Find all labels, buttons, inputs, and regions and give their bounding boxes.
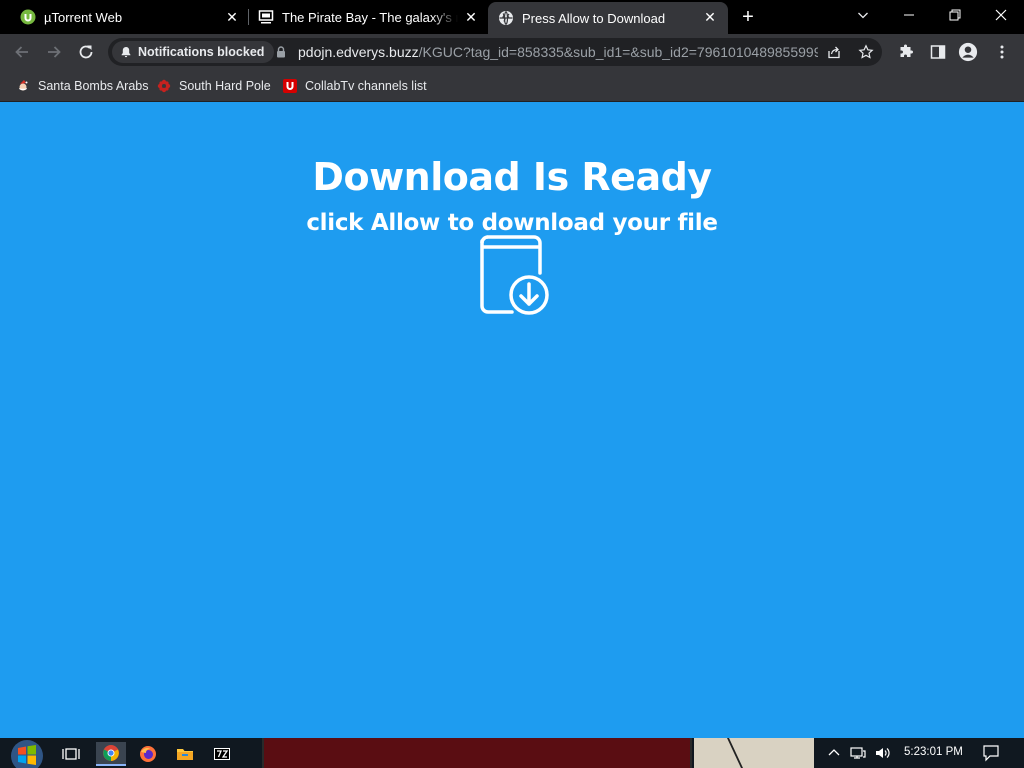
arrow-right-icon [48, 46, 61, 58]
bookmarks-bar: Santa Bombs Arabs South Hard Pole Collab… [0, 70, 1024, 102]
taskbar-clock[interactable]: 5:23:01 PM [904, 746, 963, 758]
task-view-button[interactable] [56, 742, 86, 766]
start-orb-icon[interactable] [8, 738, 46, 768]
close-tab-icon[interactable]: ✕ [702, 9, 718, 25]
tab-utorrent[interactable]: µTorrent Web ✕ [0, 0, 246, 34]
firefox-icon [140, 746, 156, 762]
utorrent-icon [20, 9, 36, 25]
page-content: Download Is Ready click Allow to downloa… [0, 103, 1024, 738]
santa-icon [19, 80, 28, 91]
new-tab-button[interactable]: + [738, 7, 758, 27]
taskbar-file-explorer[interactable] [170, 742, 200, 766]
profile-button[interactable] [958, 42, 978, 62]
tab-title: Press Allow to Download [522, 10, 666, 26]
chrome-icon [103, 745, 119, 761]
flower-icon [157, 79, 171, 93]
taskbar-wallpaper-strip [262, 738, 692, 768]
puzzle-icon [900, 44, 914, 57]
tab-pirate-bay[interactable]: The Pirate Bay - The galaxy's most resil… [250, 0, 488, 34]
close-window-button[interactable] [978, 0, 1024, 30]
share-icon[interactable] [826, 44, 842, 60]
browser-toolbar: Notifications blocked pdojn.edverys.buzz… [0, 34, 1024, 70]
taskbar-wallpaper-strip [694, 738, 814, 768]
file-download-icon [480, 235, 549, 315]
address-bar[interactable]: Notifications blocked pdojn.edverys.buzz… [108, 38, 882, 66]
bookmark-collabtv-channels-list[interactable]: CollabTv channels list [283, 76, 427, 96]
url-path: /KGUC?tag_id=858335&sub_id1=&sub_id2=796… [418, 44, 818, 60]
tab-title: µTorrent Web [44, 9, 123, 25]
tab-search-button[interactable] [840, 0, 886, 30]
tab-title: The Pirate Bay - The galaxy's most resil… [282, 9, 458, 25]
file-explorer-icon [177, 749, 193, 760]
windows-taskbar: 5:23:01 PM [0, 738, 1024, 768]
7zip-icon [214, 748, 230, 760]
kebab-menu-icon [1000, 45, 1004, 59]
side-panel-button[interactable] [928, 42, 948, 62]
notifications-blocked-chip[interactable]: Notifications blocked [112, 41, 275, 63]
avatar-icon [958, 42, 978, 62]
chevron-up-icon[interactable] [826, 745, 842, 761]
taskbar-chrome[interactable] [96, 742, 126, 766]
reload-icon [79, 45, 93, 59]
star-icon[interactable] [858, 44, 874, 60]
tab-divider [248, 9, 249, 25]
network-icon[interactable] [850, 745, 866, 761]
tab-strip: µTorrent Web ✕ The Pirate Bay - The gala… [0, 0, 1024, 34]
tab-press-allow[interactable]: Press Allow to Download ✕ [488, 2, 728, 34]
url-text[interactable]: pdojn.edverys.buzz/KGUC?tag_id=858335&su… [298, 44, 818, 60]
bookmark-label: South Hard Pole [179, 79, 271, 93]
arrow-left-icon [15, 46, 28, 58]
close-icon [995, 9, 1007, 21]
volume-icon[interactable] [874, 745, 890, 761]
extensions-button[interactable] [896, 42, 916, 62]
bookmark-label: CollabTv channels list [305, 79, 427, 93]
chevron-down-icon [858, 12, 868, 19]
bookmark-santa-bombs-arabs[interactable]: Santa Bombs Arabs [16, 76, 148, 96]
task-view-icon [62, 748, 80, 760]
side-panel-icon [930, 45, 946, 59]
back-button[interactable] [10, 40, 34, 64]
taskbar-7zip[interactable] [207, 742, 237, 766]
restore-button[interactable] [932, 0, 978, 30]
menu-button[interactable] [992, 42, 1012, 62]
close-tab-icon[interactable]: ✕ [463, 9, 479, 25]
minimize-button[interactable] [886, 0, 932, 30]
bookmark-label: Santa Bombs Arabs [38, 79, 149, 93]
collabtv-icon [283, 79, 297, 93]
notification-center-icon[interactable] [982, 744, 1000, 762]
bookmark-south-hard-pole[interactable]: South Hard Pole [157, 76, 271, 96]
page-headline: Download Is Ready [312, 155, 712, 199]
close-tab-icon[interactable]: ✕ [224, 9, 240, 25]
minimize-icon [904, 14, 914, 16]
url-host: pdojn.edverys.buzz [298, 44, 419, 60]
bell-icon [121, 47, 131, 58]
chip-label: Notifications blocked [138, 45, 265, 59]
pirate-bay-icon [258, 10, 274, 24]
lock-icon[interactable] [274, 45, 288, 59]
forward-button[interactable] [42, 40, 66, 64]
globe-icon [499, 11, 513, 25]
restore-icon [949, 9, 961, 21]
taskbar-firefox[interactable] [133, 742, 163, 766]
reload-button[interactable] [74, 40, 98, 64]
